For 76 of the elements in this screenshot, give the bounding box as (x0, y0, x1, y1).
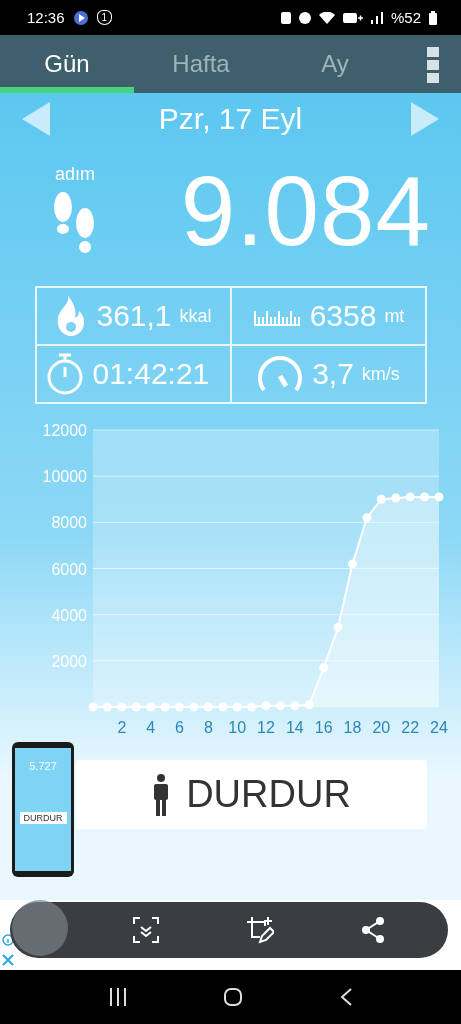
x-tick-label: 2 (116, 719, 126, 736)
data-point (261, 701, 270, 711)
data-point (232, 702, 242, 712)
battery-icon (429, 10, 437, 25)
data-point (361, 513, 371, 523)
back-icon[interactable] (340, 988, 353, 1006)
y-tick-label: 4000 (50, 606, 87, 624)
thumbnail-button: DURDUR (19, 812, 67, 824)
data-point (333, 622, 343, 632)
data-point (419, 492, 429, 502)
y-tick-label: 8000 (50, 514, 87, 532)
close-icon[interactable] (2, 954, 14, 966)
stat-unit: km/s (361, 363, 400, 385)
steps-label: adım (55, 164, 95, 185)
x-tick-label: 8 (203, 719, 213, 736)
person-icon (152, 773, 171, 816)
hd-voice-icon (342, 11, 363, 24)
y-tick-label: 10000 (42, 468, 87, 486)
toolbar-handle[interactable] (12, 900, 68, 956)
info-icon[interactable] (2, 934, 14, 946)
data-point (347, 559, 357, 569)
data-point (289, 701, 299, 711)
stat-value: 6358 (309, 299, 377, 333)
data-point (203, 702, 213, 712)
scroll-capture-icon[interactable] (133, 917, 160, 943)
data-point (217, 702, 227, 712)
y-tick-label: 6000 (50, 560, 87, 578)
x-tick-label: 16 (314, 719, 333, 736)
x-tick-label: 18 (343, 719, 361, 736)
x-tick-label: 24 (429, 719, 448, 736)
x-tick-label: 10 (227, 719, 246, 736)
stat-value: 361,1 (96, 299, 172, 333)
data-point (174, 702, 184, 712)
x-tick-label: 6 (174, 719, 184, 736)
data-point (376, 494, 386, 504)
date-label: Pzr, 17 Eyl (158, 102, 303, 136)
stat-value: 01:42:21 (92, 357, 210, 391)
home-icon[interactable] (224, 988, 243, 1006)
stat-value: 3,7 (312, 357, 354, 391)
step-count: 9.084 (179, 155, 431, 268)
share-icon[interactable] (360, 917, 385, 943)
signal-icon (370, 11, 383, 24)
screenshot-thumbnail[interactable]: 5.727 DURDUR (12, 742, 74, 877)
crop-edit-icon[interactable] (246, 916, 274, 944)
data-point (246, 702, 256, 712)
y-tick-label: 2000 (50, 652, 87, 670)
data-point (145, 702, 155, 712)
more-menu-icon[interactable] (427, 47, 439, 83)
data-point (318, 663, 328, 673)
data-point (102, 702, 112, 712)
data-point (390, 493, 400, 503)
data-point (304, 700, 314, 710)
data-point (405, 492, 415, 502)
thumbnail-step-count: 5.727 (29, 760, 57, 772)
recent-apps-icon[interactable] (108, 988, 127, 1006)
x-tick-label: 22 (400, 719, 419, 736)
data-point (188, 702, 198, 712)
speedometer-icon (256, 354, 305, 394)
y-tick-label: 12000 (42, 422, 87, 439)
data-point (275, 701, 285, 711)
data-point (116, 702, 126, 712)
x-tick-label: 14 (285, 719, 304, 736)
x-tick-label: 12 (256, 719, 275, 736)
data-point (434, 492, 443, 502)
status-time: 12:36 (27, 9, 65, 26)
battery-percent: %52 (390, 9, 421, 26)
data-point (131, 702, 141, 712)
data-point (160, 702, 170, 712)
stop-button[interactable]: DURDUR (76, 760, 427, 829)
stat-unit: mt (384, 305, 405, 327)
app-icon (72, 9, 89, 26)
wifi-icon (318, 11, 335, 24)
x-tick-label: 20 (371, 719, 390, 736)
stat-unit: kkal (179, 305, 212, 327)
data-point (88, 702, 97, 712)
x-tick-label: 4 (145, 719, 155, 736)
